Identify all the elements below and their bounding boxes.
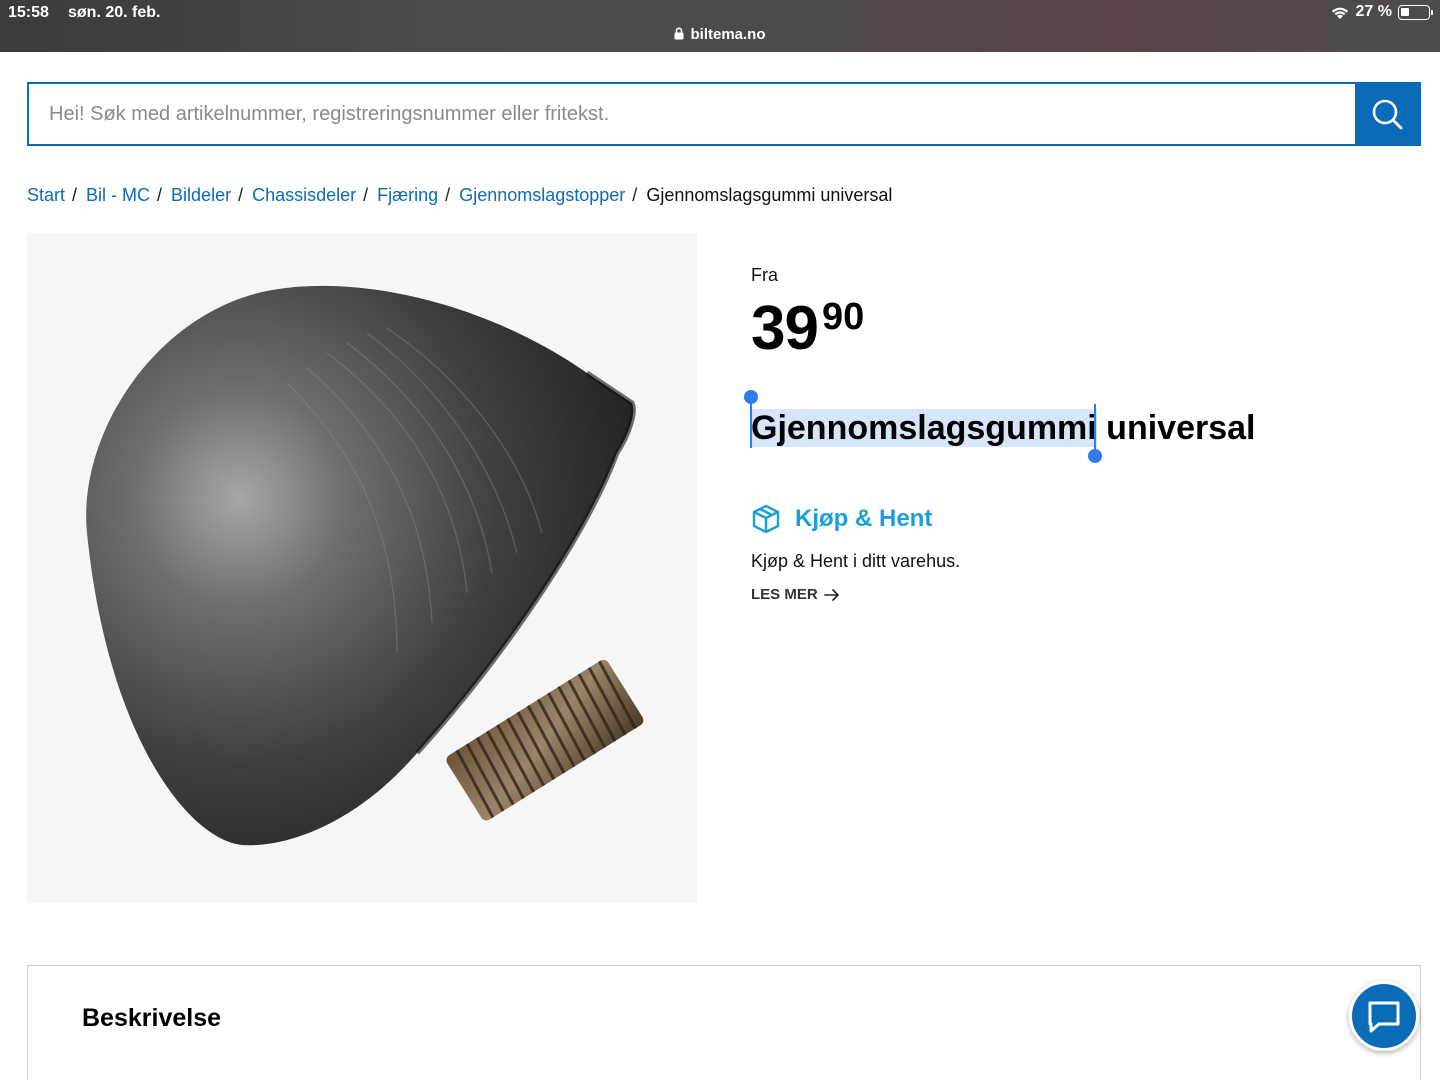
price-decimal: 90	[821, 296, 865, 338]
kjop-hent-text: Kjøp & Hent i ditt varehus.	[751, 551, 961, 571]
battery-icon	[1398, 4, 1433, 20]
les-mer-label: LES MER	[751, 586, 818, 603]
search-button[interactable]	[1355, 84, 1419, 144]
description-panel: Beskrivelse	[27, 965, 1421, 1080]
product-price: 39 90	[751, 294, 864, 364]
arrow-right-icon	[823, 588, 839, 601]
breadcrumb-link[interactable]: Gjennomslagstopper	[459, 185, 625, 206]
price-prefix: Fra	[751, 265, 778, 285]
status-bar: 15:58 søn. 20. feb. 27 % biltema.no	[0, 0, 1440, 52]
breadcrumb-separator: /	[72, 185, 78, 205]
status-indicators: 27 %	[1330, 3, 1433, 21]
url-text: biltema.no	[690, 26, 766, 43]
breadcrumb-link[interactable]: Start	[27, 185, 65, 206]
breadcrumb-separator: /	[157, 185, 163, 205]
chat-button[interactable]	[1349, 981, 1419, 1051]
chat-icon	[1368, 1001, 1400, 1033]
selection-start-handle[interactable]	[750, 400, 752, 448]
selected-text[interactable]: Gjennomslagsgummi	[751, 409, 1097, 447]
breadcrumb-link[interactable]: Bildeler	[171, 185, 231, 206]
rubber-bumper-illustration	[86, 285, 644, 846]
lock-icon	[674, 27, 684, 40]
price-whole: 39	[751, 294, 819, 363]
kjop-hent-header: Kjøp & Hent	[751, 504, 932, 534]
breadcrumb: Start / Bil - MC / Bildeler / Chassisdeler /…	[27, 185, 892, 206]
title-rest: universal	[1096, 409, 1256, 447]
breadcrumb-separator: /	[363, 185, 369, 205]
status-date: søn. 20. feb.	[68, 4, 161, 21]
breadcrumb-separator: /	[445, 185, 451, 205]
les-mer-link[interactable]: LES MER	[751, 586, 840, 603]
search-icon	[1372, 99, 1403, 130]
breadcrumb-current: Gjennomslagsgummi universal	[646, 185, 893, 205]
box-icon	[752, 504, 780, 534]
selection-end-handle[interactable]	[1094, 404, 1096, 452]
kjop-hent-title: Kjøp & Hent	[795, 505, 933, 532]
breadcrumb-link[interactable]: Chassisdeler	[252, 185, 356, 206]
battery-percent: 27 %	[1355, 3, 1392, 20]
description-heading[interactable]: Beskrivelse	[82, 1004, 221, 1033]
selection-end-knob[interactable]	[1088, 449, 1102, 463]
breadcrumb-separator: /	[238, 185, 244, 205]
search-bar	[27, 82, 1421, 146]
status-time: 15:58	[8, 4, 49, 21]
wifi-icon	[1331, 7, 1348, 19]
product-title: Gjennomslagsgummi universal	[744, 390, 1256, 463]
selection-start-knob[interactable]	[744, 390, 758, 404]
breadcrumb-separator: /	[632, 185, 638, 205]
address-bar[interactable]: biltema.no	[0, 26, 1440, 43]
breadcrumb-link[interactable]: Bil - MC	[86, 185, 150, 206]
product-image[interactable]	[27, 233, 697, 903]
search-input[interactable]	[29, 84, 1355, 144]
breadcrumb-link[interactable]: Fjæring	[377, 185, 438, 206]
